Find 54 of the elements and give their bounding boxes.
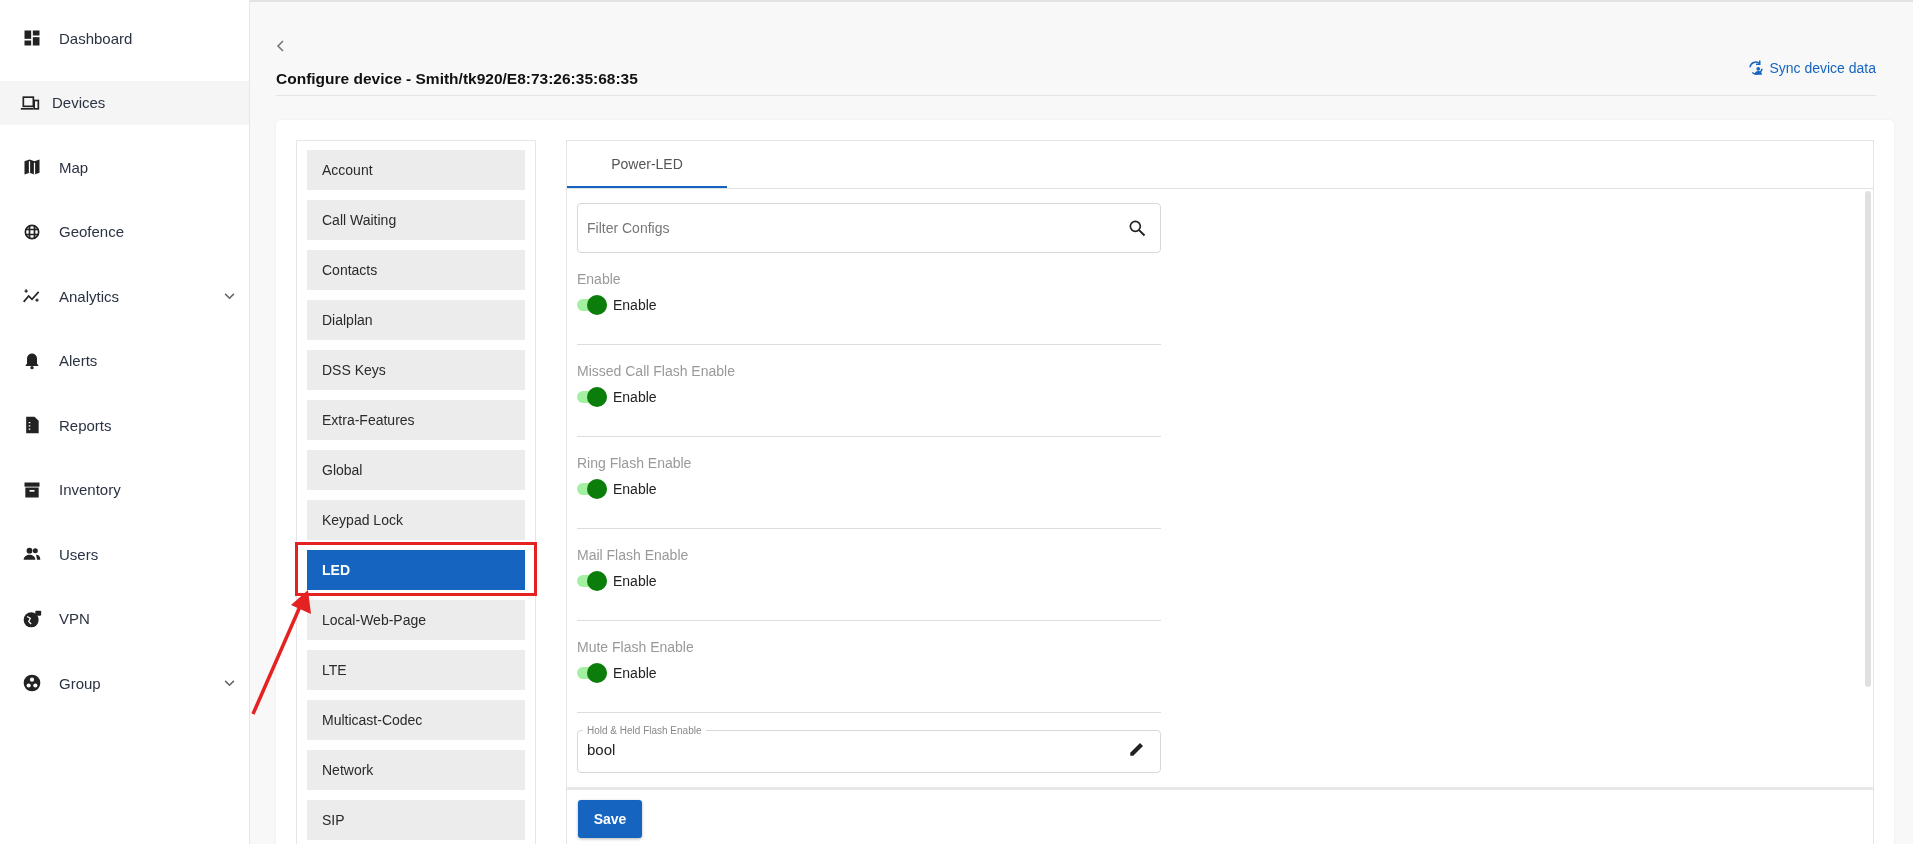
map-icon [22, 157, 42, 177]
nav-item[interactable]: Inventory [0, 467, 249, 512]
category-item[interactable]: Extra-Features [307, 400, 525, 440]
toggle-label: Enable [613, 665, 657, 681]
circles-icon [22, 673, 42, 693]
toggle-switch[interactable] [577, 663, 607, 683]
toggle-switch[interactable] [577, 479, 607, 499]
category-item[interactable]: Multicast-Codec [307, 700, 525, 740]
toggle-switch[interactable] [577, 295, 607, 315]
nav-item[interactable]: Map [0, 145, 249, 189]
nav-item[interactable]: Group [0, 661, 249, 705]
category-item[interactable]: Network [307, 750, 525, 790]
pencil-icon [1128, 740, 1146, 758]
category-item[interactable]: SIP [307, 800, 525, 840]
nav-item[interactable]: Reports [0, 403, 249, 447]
nav-item[interactable]: Geofence [0, 209, 249, 254]
scrollbar[interactable] [1865, 191, 1871, 687]
nav-item[interactable]: Dashboard [0, 16, 249, 60]
category-item[interactable]: Account [307, 150, 525, 190]
nav-item[interactable]: Analytics [0, 274, 249, 318]
category-item[interactable]: Local-Web-Page [307, 600, 525, 640]
category-item[interactable]: Call Waiting [307, 200, 525, 240]
toggle-label: Enable [613, 481, 657, 497]
nav-item[interactable]: Alerts [0, 338, 249, 383]
toggle-switch[interactable] [577, 571, 607, 591]
dashboard-icon [22, 28, 42, 48]
category-item[interactable]: Keypad Lock [307, 500, 525, 540]
category-item[interactable]: Global [307, 450, 525, 490]
back-chevron-icon[interactable] [276, 40, 284, 52]
category-item[interactable]: LED [307, 550, 525, 590]
sync-user-icon [1747, 59, 1766, 77]
category-item[interactable]: Dialplan [307, 300, 525, 340]
toggle-switch[interactable] [577, 387, 607, 407]
setting-label: Enable [577, 271, 622, 289]
setting-label: Missed Call Flash Enable [577, 363, 736, 381]
category-item[interactable]: DSS Keys [307, 350, 525, 390]
sync-link[interactable]: Sync device data [1747, 59, 1876, 77]
tab[interactable]: Power-LED [567, 141, 727, 188]
page-title: Configure device - Smith/tk920/E8:73:26:35:68:35 [276, 70, 638, 88]
nav-item[interactable]: Devices [0, 80, 249, 125]
toggle-label: Enable [613, 389, 657, 405]
text-field[interactable]: Hold & Held Flash Enable bool [577, 725, 1161, 773]
setting-label: Mute Flash Enable [577, 639, 695, 657]
toggle-label: Enable [613, 573, 657, 589]
toggle-label: Enable [613, 297, 657, 313]
category-item[interactable]: Contacts [307, 250, 525, 290]
nav-item[interactable]: VPN [0, 596, 249, 641]
setting-label: Mail Flash Enable [577, 547, 690, 565]
setting-label: Ring Flash Enable [577, 455, 693, 473]
save-button[interactable]: Save [578, 800, 642, 838]
filter-field[interactable]: Filter Configs [577, 203, 1161, 253]
search-icon [1127, 218, 1147, 238]
nav-item[interactable]: Users [0, 532, 249, 576]
category-item[interactable]: LTE [307, 650, 525, 690]
